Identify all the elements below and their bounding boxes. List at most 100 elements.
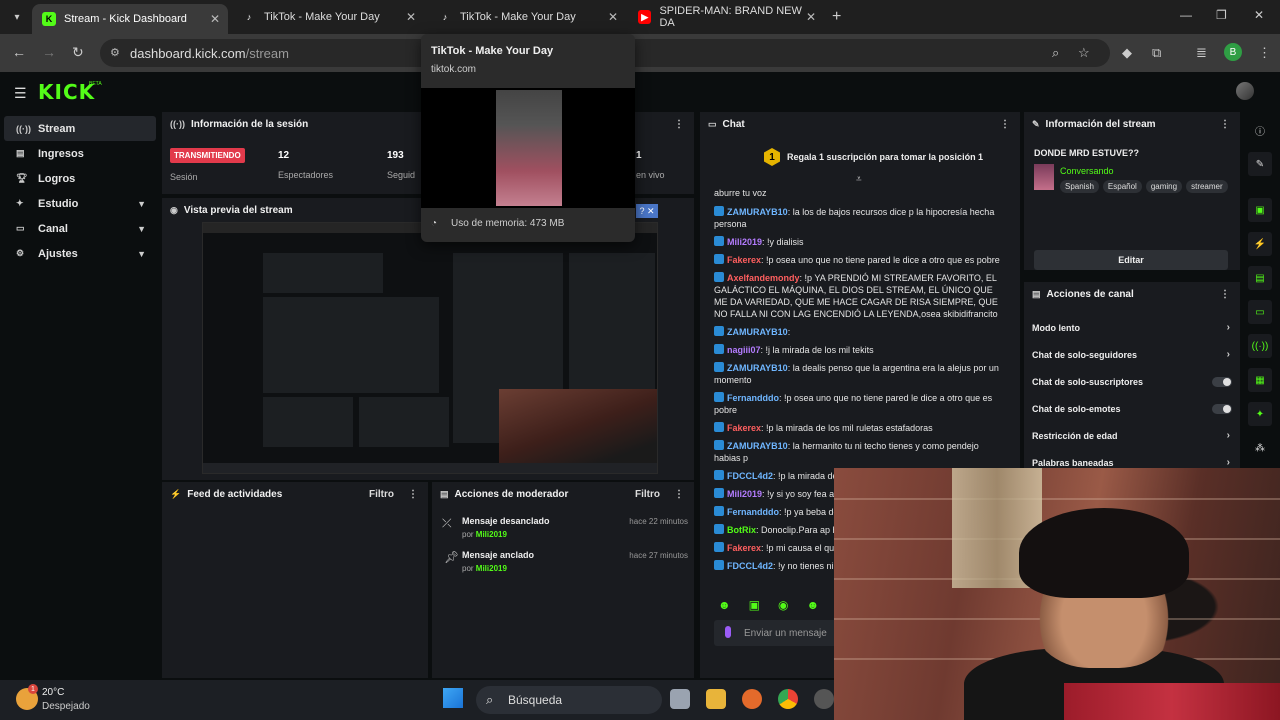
- filter-button[interactable]: Filtro: [635, 489, 660, 500]
- hamburger-icon[interactable]: ☰: [14, 85, 27, 102]
- chat-username[interactable]: Fakerex: [727, 543, 761, 553]
- sidebar-item-ajustes[interactable]: ⚙ Ajustes ▼: [4, 241, 156, 266]
- close-icon[interactable]: ✕: [608, 10, 618, 24]
- emote-icon[interactable]: ▣: [749, 598, 760, 612]
- weather-desc[interactable]: Despejado: [42, 701, 90, 712]
- tab-tiktok-2[interactable]: ♪ TikTok - Make Your Day ✕: [428, 4, 626, 30]
- channel-action-age-restriction[interactable]: Restricción de edad ›: [1024, 422, 1240, 449]
- zoom-icon[interactable]: ⌕: [1052, 45, 1059, 61]
- media-control-icon[interactable]: ≣: [1196, 45, 1207, 61]
- sidebar-item-logros[interactable]: 🏆︎ Logros: [4, 166, 156, 191]
- back-icon[interactable]: ←: [12, 44, 26, 60]
- toggle-switch[interactable]: [1212, 376, 1232, 387]
- taskbar-search[interactable]: Búsqueda: [476, 686, 662, 714]
- channel-action-slow-mode[interactable]: Modo lento ›: [1024, 314, 1240, 341]
- more-icon[interactable]: ⋮: [674, 489, 684, 500]
- more-icon[interactable]: ⋮: [1000, 119, 1010, 130]
- user-avatar[interactable]: [1236, 82, 1254, 100]
- sidebar-item-canal[interactable]: ▭ Canal ▼: [4, 216, 156, 241]
- tag-list: Spanish Español gaming streamer: [1060, 180, 1228, 193]
- more-dots-icon[interactable]: ⁂: [1248, 436, 1272, 460]
- category-name[interactable]: Conversando: [1060, 166, 1114, 176]
- chat-username[interactable]: ZAMURAYB10: [727, 363, 788, 373]
- close-icon[interactable]: ✕: [210, 12, 220, 26]
- sidebar-item-ingresos[interactable]: ▤ Ingresos: [4, 141, 156, 166]
- close-icon[interactable]: ✕: [806, 10, 816, 24]
- file-explorer-icon[interactable]: [706, 689, 726, 709]
- clip-icon[interactable]: ▣: [1248, 198, 1272, 222]
- chrome-icon[interactable]: [778, 689, 798, 709]
- chat-username[interactable]: Fakerex: [727, 255, 761, 265]
- chat-username[interactable]: FDCCL4d2: [727, 561, 773, 571]
- chat-username[interactable]: ZAMURAYB10: [727, 327, 788, 337]
- sidebar-item-estudio[interactable]: ✦ Estudio ▼: [4, 191, 156, 216]
- channel-action-emotes-only[interactable]: Chat de solo-emotes: [1024, 395, 1240, 422]
- broadcast-icon[interactable]: ((·)): [1248, 334, 1272, 358]
- forward-icon[interactable]: →: [42, 44, 56, 60]
- new-tab-button[interactable]: +: [832, 8, 841, 26]
- tab-search-button[interactable]: ▾: [6, 7, 28, 27]
- close-icon[interactable]: ✕: [406, 10, 416, 24]
- chat-username[interactable]: BotRix: [727, 525, 756, 535]
- sidebar-item-stream[interactable]: ((·)) Stream: [4, 116, 156, 141]
- reload-icon[interactable]: ↻: [72, 44, 84, 61]
- chat-username[interactable]: Fakerex: [727, 423, 761, 433]
- preview-close-icon[interactable]: ? ✕: [636, 204, 658, 218]
- chat-message: Mili2019: !y dialisis: [714, 236, 1010, 248]
- chat-username[interactable]: ZAMURAYB10: [727, 207, 788, 217]
- channel-action-subs-only[interactable]: Chat de solo-suscriptores: [1024, 368, 1240, 395]
- tab-kick-dashboard[interactable]: K Stream - Kick Dashboard ✕: [32, 4, 228, 34]
- info-icon[interactable]: ⓘ: [1248, 118, 1272, 142]
- app-icon[interactable]: [742, 689, 762, 709]
- more-icon[interactable]: ⋮: [674, 119, 684, 130]
- window-close-icon[interactable]: ✕: [1254, 8, 1264, 22]
- edit-icon[interactable]: ✎: [1248, 152, 1272, 176]
- channel-action-followers-only[interactable]: Chat de solo-seguidores ›: [1024, 341, 1240, 368]
- stream-preview-video[interactable]: [202, 222, 658, 474]
- more-icon[interactable]: ⋮: [1220, 289, 1230, 300]
- tab-youtube[interactable]: ▶ SPIDER-MAN: BRAND NEW DA ✕: [628, 4, 824, 30]
- task-view-icon[interactable]: [670, 689, 690, 709]
- more-icon[interactable]: ⋮: [408, 489, 418, 500]
- chat-username[interactable]: ZAMURAYB10: [727, 441, 788, 451]
- chat-username[interactable]: Mili2019: [727, 237, 762, 247]
- chat-message: ZAMURAYB10: la los de bajos recursos dic…: [714, 206, 995, 229]
- toggle-switch[interactable]: [1212, 403, 1232, 414]
- emote-icon[interactable]: ☻: [718, 598, 731, 612]
- extension-diamond-icon[interactable]: ◆: [1122, 45, 1132, 61]
- chat-username[interactable]: Fernandddo: [727, 507, 779, 517]
- windows-start-icon[interactable]: [443, 688, 463, 708]
- edit-button[interactable]: Editar: [1034, 250, 1228, 270]
- app-icon[interactable]: [814, 689, 834, 709]
- gift-sub-banner[interactable]: Regala 1 suscripción para tomar la posic…: [787, 152, 983, 162]
- more-icon[interactable]: ⋮: [1220, 119, 1230, 130]
- channel-action-banned-words[interactable]: Palabras baneadas ›: [1024, 449, 1240, 468]
- layout-icon[interactable]: ▦: [1248, 368, 1272, 392]
- wrench-icon[interactable]: ✦: [1248, 402, 1272, 426]
- browser-tab-bar: ▾ K Stream - Kick Dashboard ✕ ♪ TikTok -…: [0, 0, 1280, 34]
- bookmark-star-icon[interactable]: ☆: [1078, 45, 1090, 61]
- tab-tiktok-1[interactable]: ♪ TikTok - Make Your Day ✕: [232, 4, 424, 30]
- expand-icon[interactable]: ⩡: [856, 174, 862, 185]
- extensions-puzzle-icon[interactable]: ⧉: [1152, 45, 1161, 61]
- site-info-icon[interactable]: ⚙: [110, 46, 120, 59]
- menu-icon[interactable]: ⋮: [1258, 45, 1271, 61]
- chat-username[interactable]: nagiii07: [727, 345, 761, 355]
- mod-action-time: hace 22 minutos: [629, 517, 688, 526]
- chat-username[interactable]: Axelfandemondy: [727, 273, 800, 283]
- emote-icon[interactable]: ◉: [778, 598, 788, 612]
- kick-logo[interactable]: KICK: [38, 80, 95, 104]
- chat-username[interactable]: Fernandddo: [727, 393, 779, 403]
- chat-bubble-icon[interactable]: ▭: [1248, 300, 1272, 324]
- chat-username[interactable]: FDCCL4d2: [727, 471, 773, 481]
- chevron-right-icon: ›: [1226, 349, 1230, 360]
- profile-avatar[interactable]: B: [1224, 43, 1242, 61]
- bolt-icon[interactable]: ⚡: [1248, 232, 1272, 256]
- document-icon[interactable]: ▤: [1248, 266, 1272, 290]
- emote-icon[interactable]: ☻: [806, 598, 819, 612]
- maximize-icon[interactable]: ❐: [1216, 8, 1227, 22]
- minimize-icon[interactable]: —: [1180, 8, 1192, 22]
- chat-username[interactable]: Mili2019: [727, 489, 762, 499]
- weather-temp[interactable]: 20°C: [42, 687, 64, 698]
- filter-button[interactable]: Filtro: [369, 489, 394, 500]
